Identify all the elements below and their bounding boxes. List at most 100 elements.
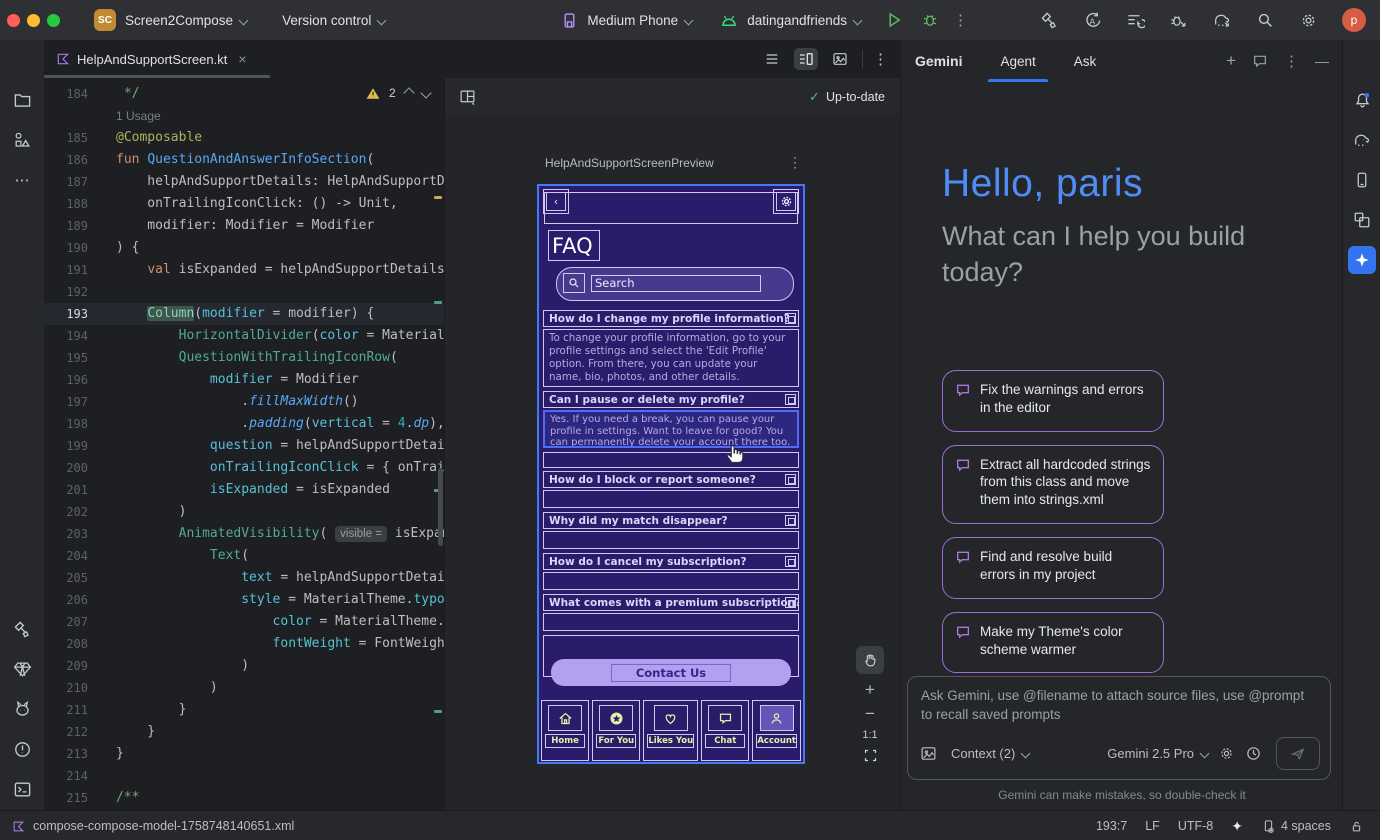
line-number-gutter[interactable]: 197 — [44, 391, 104, 413]
close-tab-icon[interactable]: × — [238, 51, 246, 67]
zoom-reset-button[interactable]: 1:1 — [862, 729, 877, 741]
line-number-gutter[interactable]: 198 — [44, 413, 104, 435]
chat-history-icon[interactable] — [1252, 53, 1268, 69]
inspections-widget[interactable]: 2 — [362, 86, 434, 100]
line-number-gutter[interactable]: 194 — [44, 325, 104, 347]
prompt-settings-icon[interactable] — [1218, 745, 1235, 762]
line-number-gutter[interactable]: 209 — [44, 655, 104, 677]
line-number-gutter[interactable]: 207 — [44, 611, 104, 633]
hide-panel-icon[interactable]: — — [1315, 53, 1329, 69]
minimize-window-button[interactable] — [27, 14, 40, 27]
line-number-gutter[interactable]: 190 — [44, 237, 104, 259]
build-tool-icon[interactable] — [8, 615, 36, 643]
line-number-gutter[interactable]: 200 — [44, 457, 104, 479]
line-number-gutter[interactable]: 191 — [44, 259, 104, 281]
ui-check-layout-icon[interactable] — [459, 89, 476, 106]
line-number-gutter[interactable] — [44, 105, 104, 127]
build-hammer-icon[interactable] — [1040, 11, 1059, 30]
pan-hand-icon[interactable] — [856, 646, 884, 674]
new-chat-icon[interactable]: + — [1226, 51, 1236, 71]
run-config-selector[interactable]: datingandfriends — [720, 13, 861, 28]
line-number-gutter[interactable]: 184 — [44, 83, 104, 105]
line-number-gutter[interactable]: 188 — [44, 193, 104, 215]
line-number-gutter[interactable]: 212 — [44, 721, 104, 743]
run-button[interactable] — [885, 11, 903, 29]
line-number-gutter[interactable]: 215 — [44, 787, 104, 809]
project-selector[interactable]: Screen2Compose — [116, 13, 247, 28]
vcs-selector[interactable]: Version control — [273, 13, 385, 28]
line-number-gutter[interactable]: 205 — [44, 567, 104, 589]
close-window-button[interactable] — [7, 14, 20, 27]
editor-options-icon[interactable]: ⋮ — [873, 50, 888, 68]
search-everywhere-icon[interactable] — [1256, 11, 1275, 30]
gradle-elephant-icon[interactable] — [1348, 126, 1376, 154]
context-dropdown[interactable]: Context (2) — [951, 746, 1029, 761]
suggestion-chip[interactable]: Make my Theme's color scheme warmer — [942, 612, 1164, 674]
editor-scrollbar[interactable] — [438, 468, 443, 546]
indent-setting[interactable]: 4 spaces — [1261, 819, 1331, 834]
sparkle-icon[interactable]: ✦ — [1231, 818, 1243, 835]
line-number-gutter[interactable]: 206 — [44, 589, 104, 611]
previous-issue-icon[interactable] — [403, 87, 414, 98]
debug-button[interactable] — [921, 11, 939, 29]
app-inspection-icon[interactable] — [1348, 206, 1376, 234]
line-number-gutter[interactable]: 196 — [44, 369, 104, 391]
line-number-gutter[interactable]: 210 — [44, 677, 104, 699]
running-devices-icon[interactable] — [1348, 166, 1376, 194]
device-selector[interactable]: Medium Phone — [561, 12, 692, 29]
logcat-cat-icon[interactable] — [8, 695, 36, 723]
zoom-to-fit-icon[interactable] — [863, 748, 878, 763]
caret-position[interactable]: 193:7 — [1096, 819, 1127, 833]
problems-icon[interactable] — [8, 735, 36, 763]
model-dropdown[interactable]: Gemini 2.5 Pro — [1107, 746, 1208, 761]
status-file-breadcrumb[interactable]: compose-compose-model-1758748140651.xml — [12, 819, 294, 833]
app-quality-insights-icon[interactable] — [8, 655, 36, 683]
history-clock-icon[interactable] — [1245, 745, 1262, 762]
line-number-gutter[interactable]: 185 — [44, 127, 104, 149]
line-number-gutter[interactable]: 208 — [44, 633, 104, 655]
resource-manager-icon[interactable] — [8, 126, 36, 154]
run-options-menu-icon[interactable]: ⋮ — [953, 11, 968, 29]
preview-options-icon[interactable]: ⋮ — [788, 154, 802, 171]
line-number-gutter[interactable]: 202 — [44, 501, 104, 523]
tab-ask[interactable]: Ask — [1074, 40, 1097, 82]
project-folder-icon[interactable] — [8, 86, 36, 114]
design-view-icon[interactable] — [828, 48, 852, 70]
split-view-icon[interactable] — [794, 48, 818, 70]
panel-options-icon[interactable]: ⋮ — [1284, 52, 1299, 70]
preview-name-label[interactable]: HelpAndSupportScreenPreview — [545, 156, 714, 170]
tab-agent[interactable]: Agent — [1000, 40, 1035, 82]
zoom-window-button[interactable] — [47, 14, 60, 27]
zoom-out-button[interactable]: − — [865, 705, 875, 722]
compose-preview-phone[interactable]: ‹ FAQ Search How do I change my profile … — [537, 184, 805, 764]
task-list-icon[interactable] — [1126, 11, 1145, 30]
more-tool-windows-icon[interactable]: ⋯ — [8, 166, 36, 194]
profiler-bug-icon[interactable] — [1169, 11, 1188, 30]
suggestion-chip[interactable]: Find and resolve build errors in my proj… — [942, 537, 1164, 599]
line-number-gutter[interactable]: 211 — [44, 699, 104, 721]
letter-a-sync-icon[interactable]: A — [1083, 11, 1102, 30]
tab-helpandsupportscreen[interactable]: HelpAndSupportScreen.kt × — [44, 40, 259, 78]
suggestion-chip[interactable]: Fix the warnings and errors in the edito… — [942, 370, 1164, 432]
user-avatar[interactable]: p — [1342, 8, 1366, 32]
line-number-gutter[interactable]: 189 — [44, 215, 104, 237]
line-number-gutter[interactable]: 186 — [44, 149, 104, 171]
suggestion-chip[interactable]: Extract all hardcoded strings from this … — [942, 445, 1164, 524]
gemini-spark-icon[interactable] — [1348, 246, 1376, 274]
gradle-sync-icon[interactable] — [1212, 11, 1232, 30]
line-number-gutter[interactable]: 193 — [44, 303, 104, 325]
line-number-gutter[interactable]: 192 — [44, 281, 104, 303]
code-editor[interactable]: 184 */1 Usage185@Composable186fun Questi… — [44, 78, 444, 810]
notifications-bell-icon[interactable] — [1348, 86, 1376, 114]
line-number-gutter[interactable]: 201 — [44, 479, 104, 501]
code-view-icon[interactable] — [760, 48, 784, 70]
send-button[interactable] — [1276, 737, 1320, 770]
line-number-gutter[interactable]: 214 — [44, 765, 104, 787]
line-number-gutter[interactable]: 195 — [44, 347, 104, 369]
line-number-gutter[interactable]: 187 — [44, 171, 104, 193]
line-number-gutter[interactable]: 203 — [44, 523, 104, 545]
next-issue-icon[interactable] — [420, 87, 431, 98]
line-number-gutter[interactable]: 199 — [44, 435, 104, 457]
attach-image-icon[interactable] — [920, 745, 937, 762]
lock-icon[interactable] — [1349, 819, 1364, 834]
